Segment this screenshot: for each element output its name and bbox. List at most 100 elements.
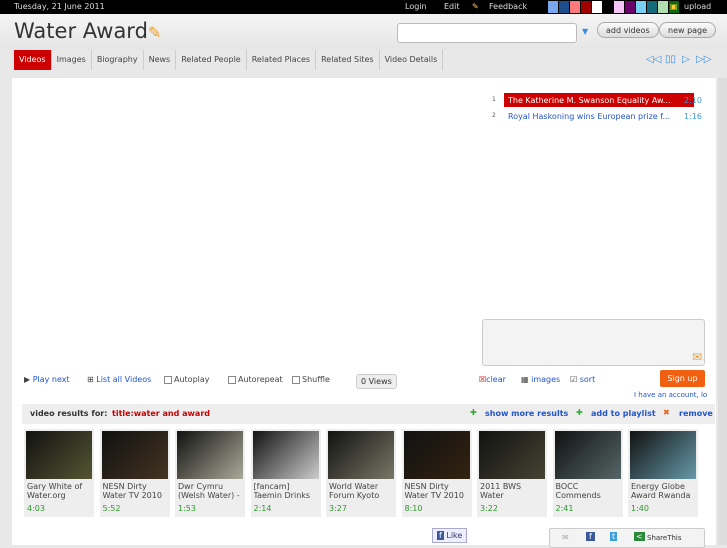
dropdown-arrow-icon[interactable]: ▼	[582, 27, 588, 36]
video-title[interactable]: Energy Globe Award Rwanda	[631, 482, 697, 500]
color-swatch[interactable]	[647, 1, 657, 13]
login-account-link[interactable]: I have an account, lo	[634, 391, 716, 399]
like-label: Like	[446, 531, 463, 540]
list-all-button[interactable]: ⊞ List all Videos	[87, 375, 151, 384]
color-swatch[interactable]	[603, 1, 613, 13]
color-swatch[interactable]	[658, 1, 668, 13]
item-title[interactable]: The Katherine M. Swanson Equality Aw...	[504, 93, 694, 107]
fast-forward-icon[interactable]: ▷▷	[696, 54, 711, 65]
header: Water Award✎ ▼ add videos new page	[0, 14, 727, 50]
login-link[interactable]: Login	[405, 2, 427, 11]
plus-icon: ✚	[470, 408, 477, 417]
show-more-results-link[interactable]: show more results	[485, 409, 568, 418]
edit-link[interactable]: Edit	[444, 2, 460, 11]
video-thumbnail-image[interactable]	[328, 431, 394, 479]
video-thumbnail-card[interactable]: Gary White of Water.org 4:03	[24, 429, 94, 517]
facebook-icon: f	[437, 531, 444, 540]
playlist-item[interactable]: 2 Royal Haskoning wins European prize f..…	[492, 108, 707, 124]
video-title[interactable]: BOCC Commends	[556, 482, 622, 500]
scrollbar[interactable]	[718, 78, 727, 545]
video-thumbnail-image[interactable]	[252, 431, 319, 479]
color-swatch[interactable]	[548, 1, 558, 13]
remove-link[interactable]: remove	[679, 409, 713, 418]
item-title[interactable]: Royal Haskoning wins European prize f...	[504, 109, 694, 123]
autoplay-checkbox[interactable]: Autoplay	[164, 375, 210, 384]
facebook-like-button[interactable]: f Like	[432, 528, 468, 543]
feedback-link[interactable]: Feedback	[489, 2, 527, 11]
sharethis-icon[interactable]: <	[634, 532, 645, 541]
sharethis-label[interactable]: ShareThis	[647, 534, 682, 542]
comment-box[interactable]: ✉	[482, 319, 705, 366]
play-next-button[interactable]: ▶ Play next	[24, 375, 70, 384]
sort-button[interactable]: ☑ sort	[570, 375, 595, 384]
color-swatch[interactable]	[570, 1, 580, 13]
video-title[interactable]: NESN Dirty Water TV 2010	[103, 482, 169, 500]
video-thumbnail-card[interactable]: 2011 BWS Water Conservation 3:22	[477, 429, 547, 517]
results-label: video results for:	[30, 409, 108, 418]
video-thumbnail-card[interactable]: NESN Dirty Water TV 2010 8:10	[401, 429, 472, 517]
tab-related-sites[interactable]: Related Sites	[316, 50, 380, 70]
email-icon[interactable]: ✉	[562, 533, 569, 542]
tab-related-places[interactable]: Related Places	[247, 50, 317, 70]
video-thumbnail-card[interactable]: BOCC Commends 2:41	[552, 429, 623, 517]
search-input[interactable]	[397, 23, 577, 43]
color-swatch[interactable]	[592, 1, 602, 13]
video-thumbnail-image[interactable]	[479, 431, 545, 479]
new-page-button[interactable]: new page	[659, 22, 717, 38]
tab-videos[interactable]: Videos	[14, 50, 52, 70]
item-number: 1	[492, 96, 496, 103]
color-swatch[interactable]	[559, 1, 569, 13]
tab-images[interactable]: Images	[52, 50, 92, 70]
clear-button[interactable]: ☒clear	[479, 375, 506, 384]
video-thumbnail-image[interactable]	[403, 431, 470, 479]
tab-news[interactable]: News	[144, 50, 177, 70]
images-label: images	[531, 375, 561, 384]
color-swatch[interactable]	[581, 1, 591, 13]
video-thumbnail-card[interactable]: Dwr Cymru (Welsh Water) - 1:53	[175, 429, 245, 517]
twitter-icon[interactable]: t	[610, 532, 618, 541]
video-thumbnail-card[interactable]: Energy Globe Award Rwanda 1:40	[628, 429, 698, 517]
playlist: 1 The Katherine M. Swanson Equality Aw...…	[492, 92, 707, 124]
video-thumbnail-image[interactable]	[177, 431, 243, 479]
add-videos-button[interactable]: add videos	[597, 22, 659, 38]
tab-related-people[interactable]: Related People	[176, 50, 247, 70]
shuffle-checkbox[interactable]: Shuffle	[292, 375, 330, 384]
mail-icon[interactable]: ✉	[692, 350, 702, 364]
tab-biography[interactable]: Biography	[92, 50, 144, 70]
page-title: Water Award✎	[14, 19, 161, 43]
pencil-icon[interactable]: ✎	[148, 23, 161, 42]
color-swatch[interactable]	[636, 1, 646, 13]
tab-bar: Videos Images Biography News Related Peo…	[14, 50, 444, 70]
play-icon[interactable]: ▷	[682, 54, 690, 65]
video-title[interactable]: 2011 BWS Water Conservation	[480, 482, 546, 500]
video-duration: 3:27	[329, 504, 347, 513]
video-thumbnail-card[interactable]: [fancam] Taemin Drinks Water with 2:14	[250, 429, 321, 517]
video-thumbnail-image[interactable]	[554, 431, 621, 479]
video-thumbnail-image[interactable]	[630, 431, 696, 479]
autorepeat-checkbox[interactable]: Autorepeat	[228, 375, 283, 384]
video-thumbnail-image[interactable]	[26, 431, 92, 479]
facebook-share-icon[interactable]: f	[586, 532, 595, 541]
add-to-playlist-link[interactable]: add to playlist	[591, 409, 656, 418]
color-swatch[interactable]	[625, 1, 635, 13]
video-title[interactable]: Gary White of Water.org	[27, 482, 93, 500]
video-title[interactable]: World Water Forum Kyoto	[329, 482, 395, 500]
video-title[interactable]: [fancam] Taemin Drinks Water with	[254, 482, 320, 500]
video-thumbnail-image[interactable]	[101, 431, 168, 479]
images-button[interactable]: ▦ images	[521, 375, 560, 384]
color-swatch[interactable]	[614, 1, 624, 13]
sort-label: sort	[579, 375, 596, 384]
pause-icon[interactable]: ▯▯	[665, 54, 676, 65]
playlist-item[interactable]: 1 The Katherine M. Swanson Equality Aw...…	[492, 92, 707, 108]
video-duration: 1:40	[631, 504, 649, 513]
video-duration: 3:22	[480, 504, 498, 513]
rewind-icon[interactable]: ◁◁	[646, 54, 661, 65]
results-bar: video results for: title:water and award…	[22, 404, 715, 424]
video-title[interactable]: Dwr Cymru (Welsh Water) -	[178, 482, 244, 500]
video-thumbnail-card[interactable]: World Water Forum Kyoto 3:27	[326, 429, 396, 517]
signup-button[interactable]: Sign up	[660, 370, 705, 387]
upload-link[interactable]: upload	[684, 2, 711, 11]
video-title[interactable]: NESN Dirty Water TV 2010	[405, 482, 471, 500]
tab-video-details[interactable]: Video Details	[380, 50, 444, 70]
video-thumbnail-card[interactable]: NESN Dirty Water TV 2010 5:52	[99, 429, 170, 517]
